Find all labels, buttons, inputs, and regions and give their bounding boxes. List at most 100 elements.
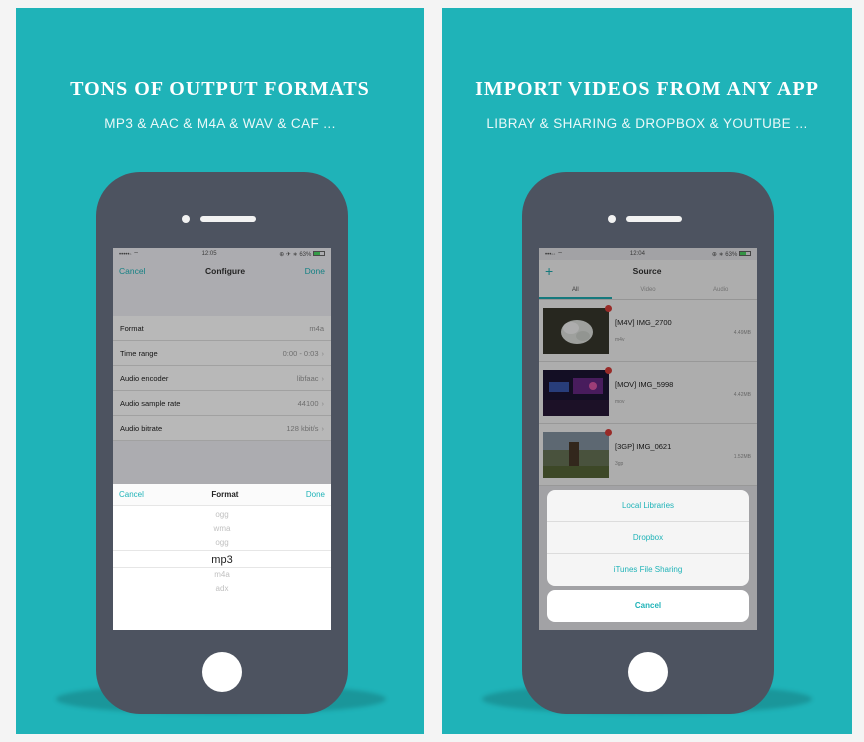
media-info: [3GP] IMG_0621 3gp [615,442,753,467]
config-row-audio-encoder[interactable]: Audio encoder libfaac › [113,366,331,391]
stage-thumbnail-image [543,369,609,416]
media-list-item[interactable]: [M4V] IMG_2700 m4v 4.49MB [539,300,757,362]
app-store-screenshots: TONS OF OUTPUT FORMATS MP3 & AAC & M4A &… [0,0,864,742]
video-thumbnail [543,366,612,416]
add-icon[interactable]: + [545,264,553,278]
status-time: 12:05 [201,251,217,257]
tab-all[interactable]: All [539,282,612,299]
chevron-right-icon: › [321,373,325,383]
status-battery-text: ⊕ ✈ ∗ 63% [279,251,312,258]
sheet-cancel-button[interactable]: Cancel [547,590,749,622]
picker-option[interactable]: adx [113,582,331,596]
picker-option[interactable]: wma [113,522,331,536]
action-sheet: Local Libraries Dropbox iTunes File Shar… [547,490,749,586]
status-battery-text: ⊕ ∗ 63% [711,251,738,258]
subline: LIBRAY & SHARING & DROPBOX & YOUTUBE ... [486,116,808,131]
chevron-right-icon: › [321,423,325,433]
row-label: Format [120,323,144,333]
config-row-bitrate[interactable]: Audio bitrate 128 kbit/s › [113,416,331,441]
new-badge [605,366,612,374]
row-value: m4a [309,323,324,333]
local-libraries-button[interactable]: Local Libraries [547,490,749,522]
media-size: 4.42MB [733,392,751,398]
speaker-grille [626,216,682,222]
media-size: 1.52MB [733,454,751,460]
row-label: Audio bitrate [120,423,163,433]
config-row-format[interactable]: Format m4a [113,316,331,341]
source-tabs: All Video Audio [539,282,757,300]
speaker-grille [200,216,256,222]
media-info: [M4V] IMG_2700 m4v [615,318,753,343]
picker-title: Format [211,490,239,499]
headline: IMPORT VIDEOS FROM ANY APP [475,78,819,100]
media-title: [3GP] IMG_0621 [615,442,672,451]
nav-bar: + Source [539,260,757,282]
tab-audio[interactable]: Audio [684,282,757,299]
media-type: mov [615,399,625,405]
camera-dot [182,215,190,223]
new-badge [605,304,612,312]
status-bar: •••◦◦ ⌔ 12:04 ⊕ ∗ 63% [539,248,757,260]
picker-done-button[interactable]: Done [306,490,325,499]
nav-title: Configure [205,266,246,276]
phone-mockup: •••◦◦ ⌔ 12:04 ⊕ ∗ 63% + Source All Video… [522,172,774,714]
dropbox-button[interactable]: Dropbox [547,522,749,554]
status-bar: •••••◦ ⌔ 12:05 ⊕ ✈ ∗ 63% [113,248,331,260]
row-label: Audio encoder [120,373,169,383]
status-right: ⊕ ✈ ∗ 63% [279,251,325,258]
panel-output-formats: TONS OF OUTPUT FORMATS MP3 & AAC & M4A &… [16,8,424,734]
done-button[interactable]: Done [305,266,325,276]
row-value: 128 kbit/s [286,423,319,433]
subline: MP3 & AAC & M4A & WAV & CAF ... [104,116,336,131]
tab-video[interactable]: Video [612,282,685,299]
carrier-signal: •••◦◦ ⌔ [545,252,563,258]
flower-thumbnail-image [543,307,609,354]
panel-import-videos: IMPORT VIDEOS FROM ANY APP LIBRAY & SHAR… [442,8,852,734]
picker-toolbar: Cancel Format Done [113,484,331,506]
picker-option[interactable]: ogg [113,508,331,522]
row-value: 44100 [297,398,319,408]
cancel-button[interactable]: Cancel [119,266,145,276]
status-right: ⊕ ∗ 63% [712,251,751,258]
video-thumbnail [543,304,612,354]
phone-screen: •••••◦ ⌔ 12:05 ⊕ ✈ ∗ 63% Cancel Configur… [113,248,331,630]
row-value: libfaac [296,373,319,383]
camera-dot [608,215,616,223]
format-picker: Cancel Format Done ogg wma ogg mp3 m4a a… [113,484,331,630]
media-info: [MOV] IMG_5998 mov [615,380,753,405]
chevron-right-icon: › [321,398,325,408]
phone-mockup: •••••◦ ⌔ 12:05 ⊕ ✈ ∗ 63% Cancel Configur… [96,172,348,714]
config-row-sample-rate[interactable]: Audio sample rate 44100 › [113,391,331,416]
headline: TONS OF OUTPUT FORMATS [70,78,370,100]
row-label: Audio sample rate [120,398,181,408]
media-size: 4.49MB [733,330,751,336]
row-value: 0:00 - 0:03 [282,348,319,358]
picker-option[interactable]: m4a [113,568,331,582]
row-label: Time range [120,348,158,358]
media-type: 3gp [615,461,624,467]
media-type: m4v [615,337,625,343]
carrier-signal: •••••◦ ⌔ [119,252,139,258]
media-list-item[interactable]: [MOV] IMG_5998 mov 4.42MB [539,362,757,424]
nav-title: Source [632,266,662,276]
phone-screen: •••◦◦ ⌔ 12:04 ⊕ ∗ 63% + Source All Video… [539,248,757,630]
picker-option-selected[interactable]: mp3 [113,550,331,568]
itunes-file-sharing-button[interactable]: iTunes File Sharing [547,554,749,586]
home-button[interactable] [202,652,242,692]
home-button[interactable] [628,652,668,692]
config-row-time-range[interactable]: Time range 0:00 - 0:03 › [113,341,331,366]
picker-wheel[interactable]: ogg wma ogg mp3 m4a adx [113,506,331,596]
street-thumbnail-image [543,431,609,478]
media-title: [MOV] IMG_5998 [615,380,674,389]
media-list-item[interactable]: [3GP] IMG_0621 3gp 1.52MB [539,424,757,486]
battery-icon [313,251,325,257]
picker-option[interactable]: ogg [113,536,331,550]
video-thumbnail [543,428,612,478]
config-list: Format m4a Time range 0:00 - 0:03 › Audio… [113,316,331,441]
nav-bar: Cancel Configure Done [113,260,331,282]
media-title: [M4V] IMG_2700 [615,318,672,327]
new-badge [605,428,612,436]
battery-icon [739,251,751,257]
picker-cancel-button[interactable]: Cancel [119,490,144,499]
